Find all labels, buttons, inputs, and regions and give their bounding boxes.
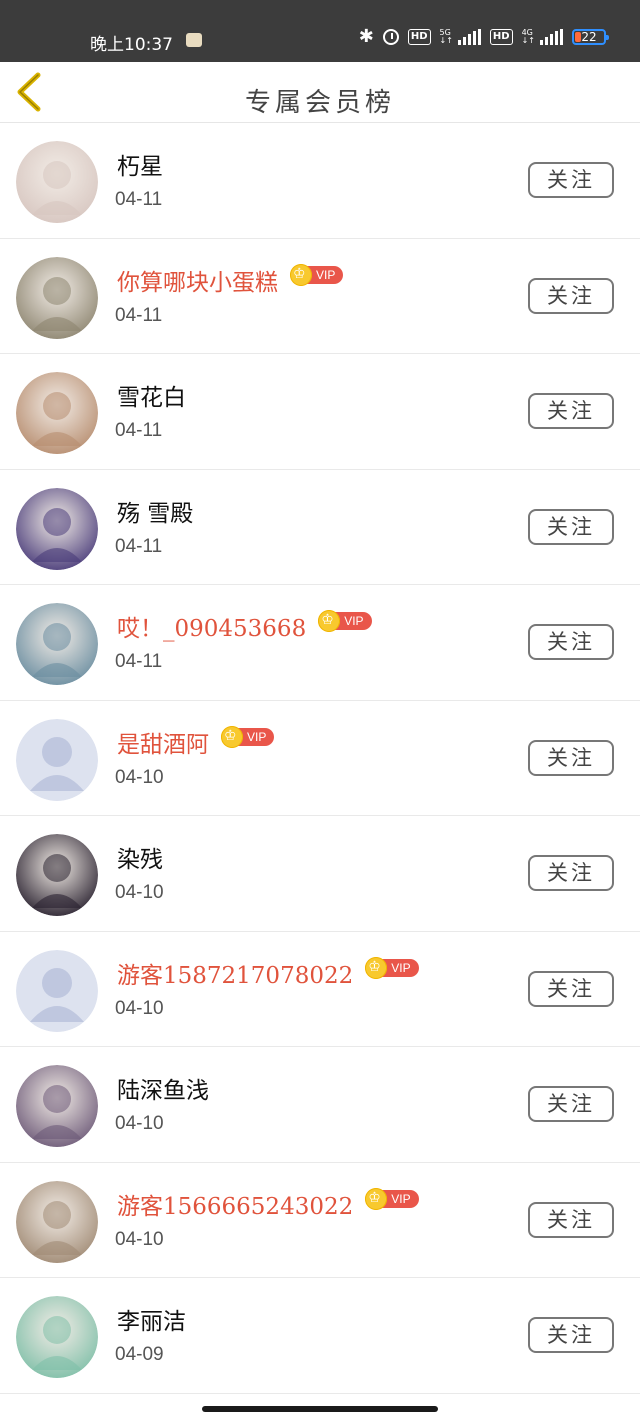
member-name[interactable]: 游客1587217078022 <box>117 956 353 990</box>
follow-button[interactable]: 关注 <box>528 1201 614 1238</box>
status-icons: ✱ HD 5G ↓↑ HD 4G ↓↑ 22 <box>358 26 609 47</box>
app-header: 专属会员榜 <box>0 62 640 123</box>
member-name[interactable]: 是甜酒阿 <box>117 725 209 759</box>
bluetooth-icon: ✱ <box>358 26 374 47</box>
join-date: 04-10 <box>115 882 164 903</box>
avatar[interactable] <box>16 1065 98 1147</box>
signal-icon-2 <box>540 29 563 45</box>
follow-button[interactable]: 关注 <box>528 1086 614 1122</box>
name-line: 李丽洁 <box>117 1302 186 1336</box>
network-type-5g: 5G ↓↑ <box>439 28 453 45</box>
list-item[interactable]: 游客1587217078022 VIP 04-10 关注 <box>0 932 640 1047</box>
hd-badge: HD <box>407 29 431 45</box>
name-line: 你算哪块小蛋糕 VIP <box>117 263 344 297</box>
default-avatar[interactable] <box>16 718 98 801</box>
name-line: 殇 雪殿 <box>117 494 193 528</box>
member-name[interactable]: 李丽洁 <box>117 1302 186 1336</box>
join-date: 04-10 <box>115 766 164 788</box>
avatar[interactable] <box>16 487 98 570</box>
name-line: 哎！_090453668 VIP <box>117 609 372 643</box>
member-list: 朽星04-11关注你算哪块小蛋糕VIP04-11关注雪花白04-11关注殇 雪殿… <box>0 123 640 1394</box>
follow-button[interactable]: 关注 <box>528 393 614 429</box>
battery-icon: 22 <box>572 29 609 45</box>
follow-button[interactable]: 关注 <box>528 508 614 545</box>
list-item[interactable]: 陆深鱼浅 04-10 关注 <box>0 1047 640 1163</box>
vip-badge: VIP <box>290 263 344 286</box>
follow-button[interactable]: 关注 <box>528 624 614 660</box>
follow-button[interactable]: 关注 <box>528 1317 614 1353</box>
member-name[interactable]: 陆深鱼浅 <box>117 1071 209 1105</box>
crown-icon <box>221 725 243 748</box>
list-item[interactable]: 你算哪块小蛋糕 VIP 04-11 关注 <box>0 239 640 354</box>
name-line: 游客1566665243022 VIP <box>117 1187 419 1221</box>
list-item[interactable]: 游客1566665243022 VIP 04-10 关注 <box>0 1163 640 1278</box>
list-item[interactable]: 哎！_090453668 VIP 04-11 关注 <box>0 585 640 701</box>
list-item[interactable]: 染残 04-10 关注 <box>0 816 640 932</box>
join-date: 04-11 <box>115 651 163 672</box>
join-date: 04-11 <box>115 189 163 210</box>
name-line: 染残 <box>117 840 163 874</box>
name-line: 是甜酒阿 VIP <box>117 725 275 759</box>
join-date: 04-10 <box>115 1228 164 1250</box>
avatar[interactable] <box>16 256 98 339</box>
follow-button[interactable]: 关注 <box>528 739 614 776</box>
signal-icon <box>457 29 481 45</box>
join-date: 04-11 <box>115 535 163 557</box>
home-indicator[interactable] <box>202 1406 438 1412</box>
member-name[interactable]: 游客1566665243022 <box>117 1187 353 1221</box>
member-name[interactable]: 朽星 <box>117 147 163 181</box>
follow-button[interactable]: 关注 <box>528 162 614 198</box>
member-name[interactable]: 染残 <box>117 840 163 874</box>
member-name[interactable]: 雪花白 <box>117 378 186 412</box>
default-avatar[interactable] <box>16 949 98 1032</box>
status-time: 晚上10:37 <box>90 35 173 55</box>
status-bar: 晚上10:37 ✱ HD 5G ↓↑ HD 4G ↓↑ 22 <box>0 0 640 62</box>
join-date: 04-09 <box>115 1344 164 1365</box>
join-date: 04-11 <box>115 420 163 441</box>
notification-icon <box>186 33 202 47</box>
avatar[interactable] <box>16 1180 98 1263</box>
hd-badge-2: HD <box>489 29 513 45</box>
list-item[interactable]: 雪花白 04-11 关注 <box>0 354 640 470</box>
crown-icon <box>290 263 312 286</box>
battery-level: 22 <box>581 30 597 44</box>
follow-button[interactable]: 关注 <box>528 855 614 891</box>
join-date: 04-11 <box>115 304 163 326</box>
network-type-4g: 4G ↓↑ <box>521 28 535 45</box>
vip-badge: VIP <box>365 1187 419 1210</box>
join-date: 04-10 <box>115 1113 164 1134</box>
join-date: 04-10 <box>115 997 164 1019</box>
avatar[interactable] <box>16 372 98 454</box>
list-item[interactable]: 李丽洁 04-09 关注 <box>0 1278 640 1394</box>
crown-icon <box>365 956 388 979</box>
avatar[interactable] <box>16 1296 98 1378</box>
list-item[interactable]: 是甜酒阿 VIP 04-10 关注 <box>0 701 640 816</box>
follow-button[interactable]: 关注 <box>528 970 614 1007</box>
avatar[interactable] <box>16 603 98 685</box>
follow-button[interactable]: 关注 <box>528 277 614 314</box>
avatar[interactable] <box>16 834 98 916</box>
name-line: 游客1587217078022 VIP <box>117 956 419 990</box>
list-item[interactable]: 殇 雪殿 04-11 关注 <box>0 470 640 585</box>
name-line: 雪花白 <box>117 378 186 412</box>
list-item[interactable]: 朽星 04-11 关注 <box>0 123 640 239</box>
name-line: 陆深鱼浅 <box>117 1071 209 1105</box>
member-name[interactable]: 你算哪块小蛋糕 <box>117 263 278 297</box>
member-name[interactable]: 哎！_090453668 <box>117 609 306 643</box>
crown-icon <box>365 1187 388 1210</box>
alarm-icon <box>382 29 399 45</box>
vip-badge: VIP <box>365 956 419 979</box>
page-title: 专属会员榜 <box>244 88 395 118</box>
vip-badge: VIP <box>318 610 372 632</box>
member-name[interactable]: 殇 雪殿 <box>117 494 193 528</box>
vip-badge: VIP <box>221 725 275 748</box>
avatar[interactable] <box>16 141 98 223</box>
name-line: 朽星 <box>117 147 163 181</box>
